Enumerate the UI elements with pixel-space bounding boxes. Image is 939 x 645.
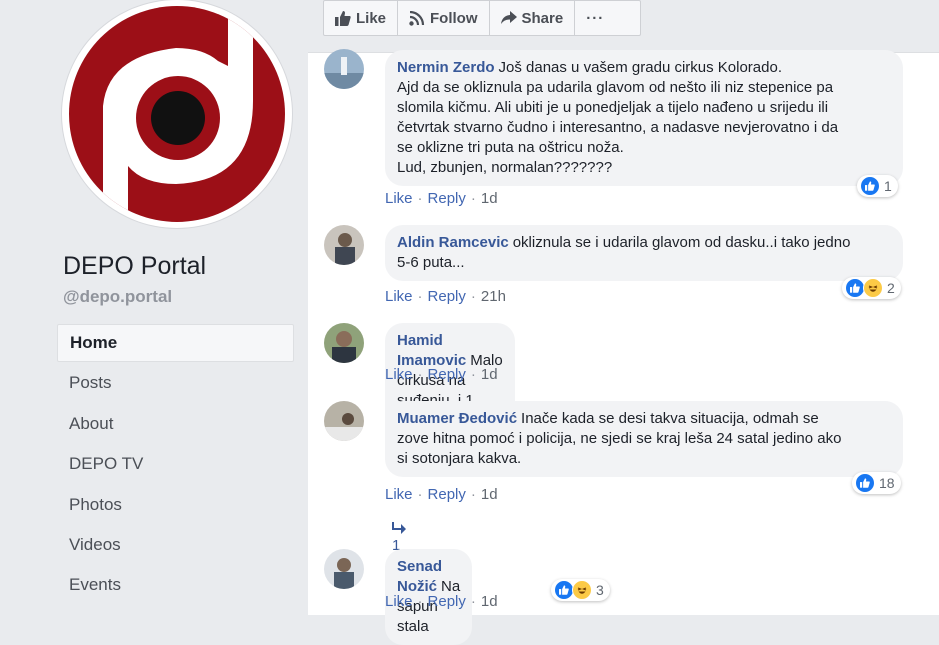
comment-author[interactable]: Nermin Zerdo (397, 59, 495, 76)
reaction-count: 3 (596, 582, 604, 598)
like-page-label: Like (356, 9, 387, 27)
nav-item-home[interactable]: Home (57, 324, 294, 362)
comment-reply-link[interactable]: Reply (428, 190, 466, 207)
comment-bubble: Aldin Ramcevic okliznula se i udarila gla… (385, 225, 903, 281)
share-button[interactable]: Share (490, 1, 576, 35)
comment-text: četvrtak stvarno čudno i interesantno, a… (397, 119, 839, 136)
reaction-summary[interactable]: 1 (857, 175, 898, 197)
share-label: Share (521, 9, 564, 27)
comment-text: Inače kada se desi takva situacija, odma… (521, 410, 819, 427)
comment-like-link[interactable]: Like (385, 593, 413, 610)
reaction-count: 1 (884, 178, 892, 194)
comment-reply-link[interactable]: Reply (428, 366, 466, 383)
comment-like-link[interactable]: Like (385, 190, 413, 207)
avatar[interactable] (324, 49, 364, 89)
comment-text: Još danas u vašem gradu cirkus Kolorado. (498, 59, 782, 76)
avatar[interactable] (324, 549, 364, 589)
thumbs-up-icon (335, 10, 351, 26)
comment-reply-link[interactable]: Reply (428, 288, 466, 305)
comment-text: zove hitna pomoć i policija, ne sjedi se… (397, 430, 842, 447)
nav-item-events[interactable]: Events (57, 566, 294, 604)
page-action-bar: Like Follow Share ··· (323, 0, 641, 36)
comment-timestamp[interactable]: 1d (481, 366, 498, 383)
page-profile-picture[interactable] (62, 0, 292, 228)
depo-logo-icon (69, 6, 285, 222)
page-nav: Home Posts About DEPO TV Photos Videos E… (57, 324, 294, 607)
comment-text: si sotonjara kakva. (397, 450, 522, 467)
haha-reaction-icon (863, 278, 883, 298)
like-reaction-icon (554, 580, 574, 600)
reaction-summary[interactable]: 18 (852, 472, 901, 494)
comment-bubble: Muamer Đedović Inače kada se desi takva s… (385, 401, 903, 477)
nav-item-about[interactable]: About (57, 405, 294, 443)
comment-meta: Like · Reply · 1d (385, 593, 498, 610)
comments-section: Nermin Zerdo Još danas u vašem gradu cirk… (308, 49, 939, 645)
like-reaction-icon (845, 278, 865, 298)
more-icon: ··· (586, 9, 605, 27)
comment-reply-link[interactable]: Reply (428, 593, 466, 610)
page-handle[interactable]: @depo.portal (63, 287, 172, 307)
comment-author[interactable]: Hamid Imamovic (397, 332, 466, 369)
avatar[interactable] (324, 401, 364, 441)
comment-timestamp[interactable]: 21h (481, 288, 506, 305)
comment-meta: Like · Reply · 1d (385, 366, 498, 383)
comment-timestamp[interactable]: 1d (481, 593, 498, 610)
like-reaction-icon (855, 473, 875, 493)
rss-icon (409, 10, 425, 26)
comment-text: Lud, zbunjen, normalan??????? (397, 159, 613, 176)
comment-author[interactable]: Senad Nožić (397, 558, 442, 595)
nav-item-photos[interactable]: Photos (57, 486, 294, 524)
share-arrow-icon (500, 11, 517, 24)
comment-like-link[interactable]: Like (385, 288, 413, 305)
comment-meta: Like · Reply · 1d (385, 486, 498, 503)
avatar[interactable] (324, 323, 364, 363)
reaction-summary[interactable]: 2 (842, 277, 901, 299)
comment-author[interactable]: Muamer Đedović (397, 410, 517, 427)
comment-text: slomila kičmu. Ali ubiti je u ponedjelja… (397, 99, 829, 116)
comment-timestamp[interactable]: 1d (481, 486, 498, 503)
comment-text: 5-6 puta... (397, 254, 465, 271)
comment-author[interactable]: Aldin Ramcevic (397, 234, 509, 251)
reaction-summary[interactable]: 3 (551, 579, 610, 601)
reaction-count: 18 (879, 475, 895, 491)
comment-text: Ajd da se okliznula pa udarila glavom od… (397, 79, 834, 96)
nav-item-posts[interactable]: Posts (57, 364, 294, 402)
nav-item-depo-tv[interactable]: DEPO TV (57, 445, 294, 483)
reply-arrow-icon (392, 522, 406, 534)
comment-like-link[interactable]: Like (385, 366, 413, 383)
comment-timestamp[interactable]: 1d (481, 190, 498, 207)
follow-button[interactable]: Follow (398, 1, 490, 35)
reaction-count: 2 (887, 280, 895, 296)
comment-bubble: Nermin Zerdo Još danas u vašem gradu cirk… (385, 50, 903, 186)
haha-reaction-icon (572, 580, 592, 600)
comment-meta: Like · Reply · 21h (385, 288, 506, 305)
page-sidebar: DEPO Portal @depo.portal Home Posts Abou… (0, 0, 308, 614)
like-page-button[interactable]: Like (324, 1, 399, 35)
like-reaction-icon (860, 176, 880, 196)
page-title[interactable]: DEPO Portal (63, 252, 206, 281)
comment-like-link[interactable]: Like (385, 486, 413, 503)
nav-item-videos[interactable]: Videos (57, 526, 294, 564)
comment-meta: Like · Reply · 1d (385, 190, 498, 207)
follow-label: Follow (430, 9, 478, 27)
avatar[interactable] (324, 225, 364, 265)
comment-text: okliznula se i udarila glavom od dasku..… (512, 234, 851, 251)
more-options-button[interactable]: ··· (575, 1, 615, 35)
comment-reply-link[interactable]: Reply (428, 486, 466, 503)
comment-text: se oklizne tri puta na oštricu noža. (397, 139, 624, 156)
